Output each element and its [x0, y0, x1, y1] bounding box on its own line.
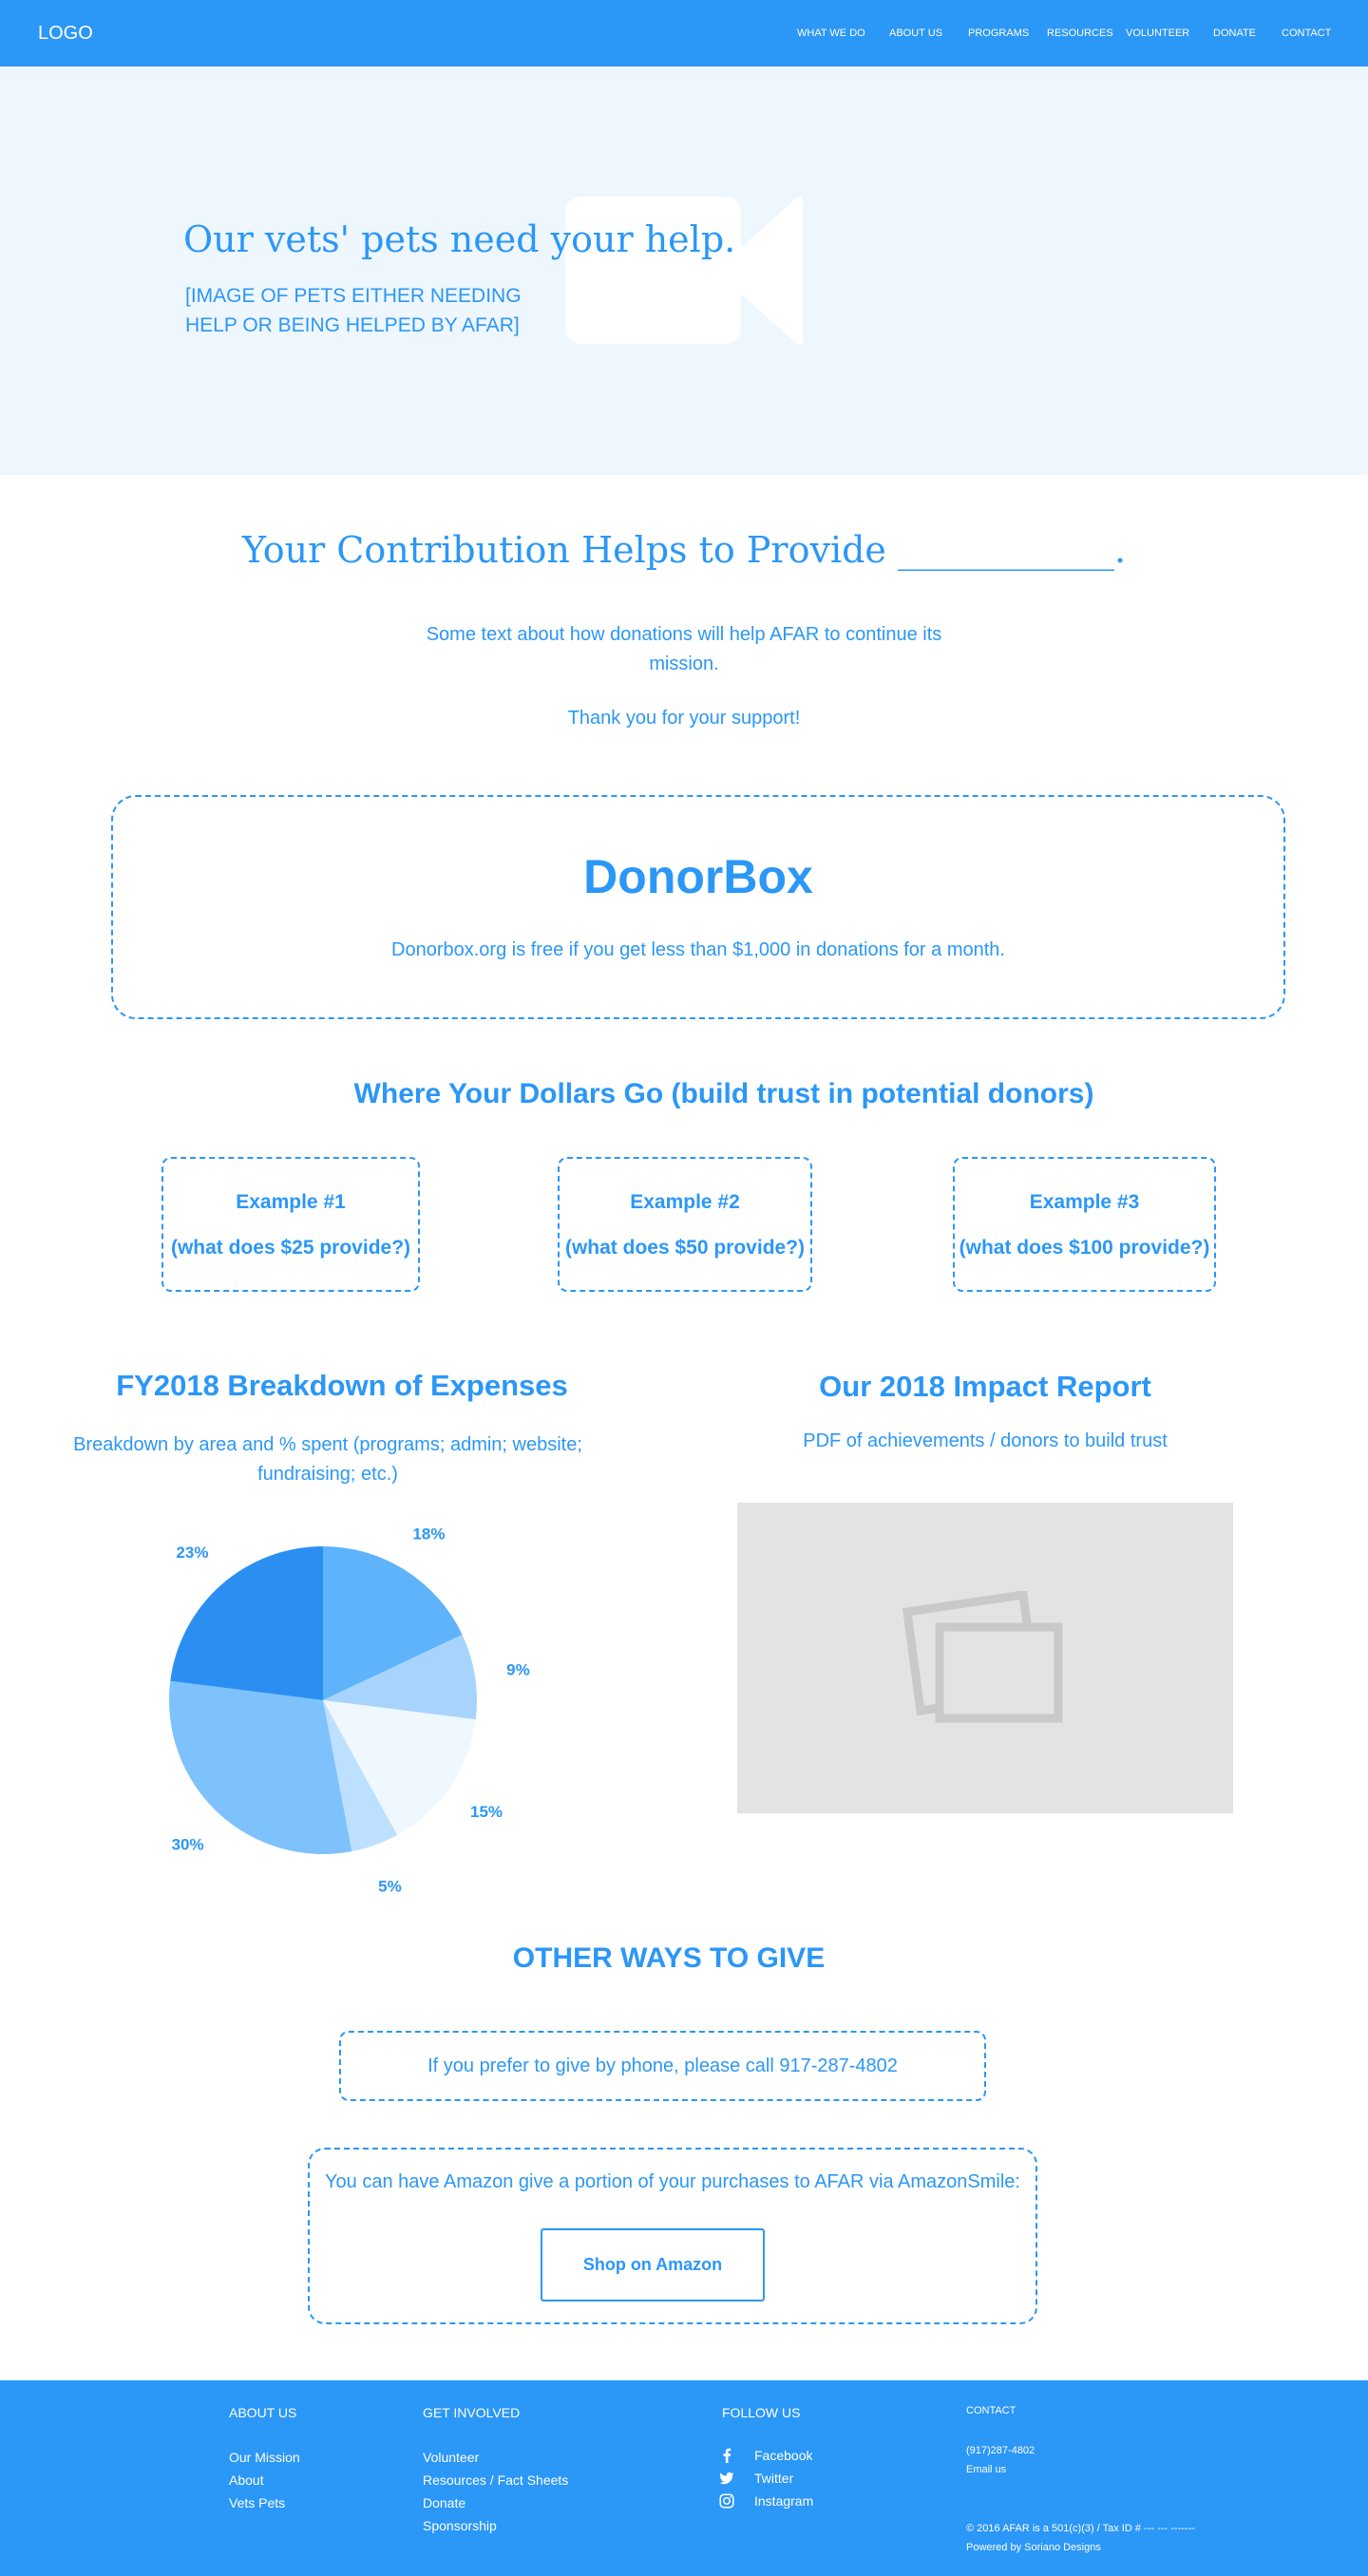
- pie-slice-label: 15%: [470, 1803, 503, 1821]
- donorbox-widget[interactable]: DonorBox Donorbox.org is free if you get…: [111, 795, 1285, 1019]
- contribution-title: Your Contribution Helps to Provide _____…: [241, 529, 1127, 571]
- footer-link-twitter[interactable]: Twitter: [754, 2471, 793, 2486]
- pie-slice-label: 18%: [412, 1525, 445, 1543]
- instagram-icon[interactable]: [719, 2493, 734, 2509]
- footer-link-vets-pets[interactable]: Vets Pets: [229, 2495, 285, 2510]
- donorbox-note: Donorbox.org is free if you get less tha…: [391, 939, 1005, 960]
- video-camera-icon[interactable]: [565, 195, 803, 347]
- footer-about-heading: ABOUT US: [229, 2405, 297, 2420]
- example-title: Example #3: [1029, 1191, 1140, 1213]
- pie-slice: [170, 1546, 323, 1700]
- nav-item-about-us[interactable]: ABOUT US: [889, 28, 942, 39]
- nav-item-volunteer[interactable]: VOLUNTEER: [1126, 28, 1189, 39]
- phone-donation-text: If you prefer to give by phone, please c…: [428, 2055, 898, 2076]
- image-placeholder-icon: [902, 1591, 1063, 1723]
- example-subtitle: (what does $100 provide?): [959, 1237, 1210, 1259]
- shop-on-amazon-button[interactable]: Shop on Amazon: [541, 2228, 765, 2301]
- nav-item-programs[interactable]: PROGRAMS: [968, 28, 1029, 39]
- pie-slice-label: 23%: [176, 1544, 208, 1562]
- footer-link-about[interactable]: About: [229, 2472, 264, 2488]
- nav-item-resources[interactable]: RESOURCES: [1047, 28, 1113, 39]
- footer-powered-by[interactable]: Powered by Soriano Designs: [966, 2542, 1101, 2553]
- pie-slice-label: 9%: [506, 1660, 530, 1678]
- contribution-thanks: Thank you for your support!: [567, 708, 801, 729]
- nav-item-what-we-do[interactable]: WHAT WE DO: [797, 28, 865, 39]
- example-card-1: Example #1 (what does $25 provide?): [162, 1157, 420, 1292]
- example-card-2: Example #2 (what does $50 provide?): [558, 1157, 812, 1292]
- footer-follow-heading: FOLLOW US: [722, 2405, 801, 2420]
- nav-item-donate[interactable]: DONATE: [1213, 28, 1256, 39]
- facebook-icon[interactable]: [719, 2448, 734, 2463]
- example-subtitle: (what does $50 provide?): [564, 1237, 806, 1259]
- site-footer: ABOUT US Our Mission About Vets Pets GET…: [0, 2380, 1368, 2576]
- impact-report-image[interactable]: [737, 1503, 1233, 1813]
- amazon-smile-box: You can have Amazon give a portion of yo…: [308, 2148, 1037, 2324]
- donorbox-title: DonorBox: [583, 850, 813, 903]
- footer-involved-heading: GET INVOLVED: [423, 2405, 521, 2420]
- expenses-pie-chart: 18% 9% 15% 5% 30% 23%: [169, 1525, 530, 1896]
- impact-title: Our 2018 Impact Report: [819, 1370, 1151, 1403]
- twitter-icon[interactable]: [719, 2471, 734, 2486]
- expenses-subtitle: Breakdown by area and % spent (programs;…: [73, 1434, 582, 1485]
- phone-donation-box: If you prefer to give by phone, please c…: [339, 2031, 986, 2101]
- nav-item-contact[interactable]: CONTACT: [1282, 28, 1331, 39]
- footer-email-link[interactable]: Email us: [966, 2464, 1006, 2475]
- footer-link-volunteer[interactable]: Volunteer: [423, 2450, 479, 2465]
- contribution-text: Some text about how donations will help …: [426, 624, 942, 674]
- example-title: Example #1: [236, 1191, 346, 1213]
- footer-link-sponsorship[interactable]: Sponsorship: [423, 2518, 497, 2533]
- footer-link-donate[interactable]: Donate: [423, 2495, 466, 2510]
- footer-link-resources[interactable]: Resources / Fact Sheets: [423, 2472, 568, 2488]
- logo[interactable]: LOGO: [38, 23, 93, 45]
- pie-slice-label: 5%: [378, 1878, 402, 1896]
- footer-link-instagram[interactable]: Instagram: [754, 2493, 813, 2509]
- example-card-3: Example #3 (what does $100 provide?): [953, 1157, 1216, 1292]
- footer-link-our-mission[interactable]: Our Mission: [229, 2450, 300, 2465]
- other-ways-title: OTHER WAYS TO GIVE: [512, 1942, 826, 1974]
- footer-contact-heading: CONTACT: [966, 2405, 1016, 2416]
- footer-link-facebook[interactable]: Facebook: [754, 2448, 812, 2463]
- hero-subtitle: [IMAGE OF PETS EITHER NEEDING HELP OR BE…: [185, 285, 522, 336]
- pie-slice-label: 30%: [172, 1836, 204, 1854]
- example-subtitle: (what does $25 provide?): [170, 1237, 411, 1259]
- footer-phone[interactable]: (917)287-4802: [966, 2445, 1035, 2456]
- impact-subtitle: PDF of achievements / donors to build tr…: [803, 1430, 1168, 1451]
- footer-legal: © 2016 AFAR is a 501(c)(3) / Tax ID # --…: [966, 2523, 1195, 2534]
- dollars-title: Where Your Dollars Go (build trust in po…: [353, 1078, 1094, 1109]
- site-header: LOGO WHAT WE DO ABOUT US PROGRAMS RESOUR…: [0, 0, 1368, 66]
- amazon-smile-text: You can have Amazon give a portion of yo…: [325, 2171, 1020, 2192]
- example-title: Example #2: [630, 1191, 740, 1213]
- hero-title: Our vets' pets need your help.: [183, 218, 736, 260]
- expenses-title: FY2018 Breakdown of Expenses: [116, 1369, 568, 1402]
